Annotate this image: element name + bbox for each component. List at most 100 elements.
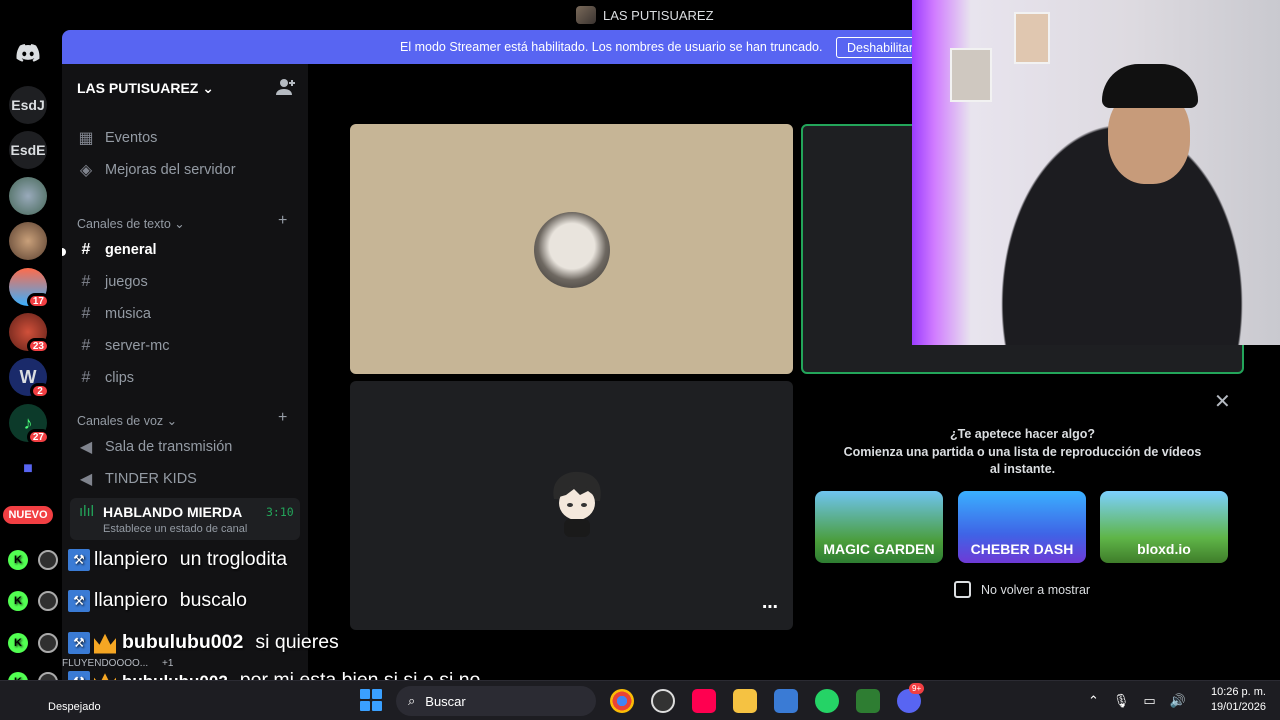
close-icon[interactable]: ✕ <box>1214 389 1231 414</box>
moderator-icon: ⚒ <box>68 589 90 612</box>
moderator-icon: ⚒ <box>68 548 90 571</box>
microphone-icon[interactable]: 🎙 <box>1113 693 1130 709</box>
weather-widget[interactable]: Despejado <box>48 701 101 713</box>
folder-icon: ■ <box>23 460 33 477</box>
game-bloxd[interactable]: bloxd.io <box>1100 491 1228 563</box>
server-icon-7[interactable]: W2 <box>9 358 50 399</box>
network-icon[interactable]: ▭ <box>1143 693 1155 709</box>
taskbar-clock[interactable]: 10:26 p. m. 19/01/2026 <box>1196 685 1266 715</box>
server-esdj[interactable]: EsdJ <box>9 86 47 124</box>
channel-clips[interactable]: # clips <box>77 364 134 392</box>
mention-badge: 2 <box>30 383 50 399</box>
server-icon-4[interactable] <box>9 222 47 260</box>
store-icon[interactable] <box>774 689 798 713</box>
channel-label: server-mc <box>105 338 170 354</box>
channel-label: clips <box>105 370 135 386</box>
channel-label: juegos <box>105 274 148 290</box>
game-magic-garden[interactable]: MAGIC GARDEN <box>815 491 943 563</box>
game-cheber-dash[interactable]: CHEBER DASH <box>958 491 1086 563</box>
chevron-up-icon[interactable]: ⌃ <box>1088 693 1099 709</box>
hash-icon: # <box>81 337 91 354</box>
server-name: LAS PUTISUAREZ <box>77 80 199 96</box>
whatsapp-icon[interactable] <box>815 689 839 713</box>
more-options-icon[interactable]: ⋯ <box>762 597 778 617</box>
server-label: EsdE <box>10 142 46 158</box>
server-icon-8[interactable]: ♪ 27 <box>9 404 50 445</box>
chevron-down-icon: ⌄ <box>166 414 178 428</box>
channel-label: general <box>105 242 157 258</box>
app-icon[interactable] <box>856 689 880 713</box>
notification-badge: 9+ <box>909 683 925 694</box>
activity-suggestion-panel: ✕ ¿Te apetece hacer algo? Comienza una p… <box>801 381 1244 630</box>
chevron-down-icon: ⌄ <box>174 217 185 231</box>
kick-icon: K <box>8 590 28 611</box>
sidebar-item-events[interactable]: ▦ Eventos <box>77 124 157 152</box>
chat-message: si quieres <box>255 631 339 653</box>
server-esde[interactable]: EsdE <box>9 131 47 169</box>
avatar <box>534 212 610 288</box>
search-icon: ⌕ <box>408 693 416 708</box>
voice-channel-tinder-kids[interactable]: ◀ TINDER KIDS <box>77 465 197 493</box>
server-icon-6[interactable]: 23 <box>9 313 50 354</box>
chat-line: K ⚒ llanpiero buscalo <box>8 589 247 612</box>
video-tile-1[interactable] <box>350 124 793 374</box>
chat-line: K ⚒ bubulubu002 si quieres <box>8 631 339 654</box>
dont-show-again-checkbox[interactable]: No volver a mostrar <box>954 581 1090 598</box>
window-title: LAS PUTISUAREZ <box>576 6 714 24</box>
hash-icon: # <box>81 369 91 386</box>
chat-line: K ⚒ llanpiero un troglodita <box>8 548 287 571</box>
text-channels-category[interactable]: Canales de texto ⌄ <box>77 216 185 231</box>
voice-channels-category[interactable]: Canales de voz ⌄ <box>77 413 177 428</box>
clock-date: 19/01/2026 <box>1210 701 1266 713</box>
mention-badge: 17 <box>26 293 50 309</box>
voice-channel-sala[interactable]: ◀ Sala de transmisión <box>77 433 233 461</box>
server-header[interactable]: LAS PUTISUAREZ ⌄ <box>77 80 214 97</box>
file-explorer-icon[interactable] <box>733 689 757 713</box>
chevron-down-icon: ⌄ <box>202 80 214 96</box>
new-pill[interactable]: NUEVO <box>3 506 53 524</box>
channel-juegos[interactable]: # juegos <box>77 268 148 296</box>
game-label: CHEBER DASH <box>970 541 1074 557</box>
speaker-icon: ◀ <box>79 471 93 488</box>
speaker-icon: ◀ <box>79 439 93 456</box>
add-text-channel-button[interactable]: + <box>278 212 287 230</box>
chat-username: llanpiero <box>94 589 168 611</box>
user-icon <box>38 549 58 570</box>
call-timer: 3:10 <box>266 505 294 519</box>
game-label: bloxd.io <box>1137 541 1191 557</box>
hash-icon: # <box>81 273 91 290</box>
discord-home-button[interactable] <box>9 34 47 72</box>
voice-channel-hablando[interactable]: ılıl HABLANDO MIERDA 3:10 Establece un e… <box>70 498 300 540</box>
checkbox-box <box>954 581 971 598</box>
unread-indicator <box>62 248 66 256</box>
activity-question: ¿Te apetece hacer algo? <box>950 427 1095 441</box>
server-label: EsdJ <box>11 97 45 113</box>
moderator-icon: ⚒ <box>68 631 90 654</box>
windows-taskbar: Despejado ⌕ Buscar 9+ ⌃ 🎙 ▭ 🔊 10:26 p. m… <box>0 680 1280 720</box>
wall-poster <box>1014 12 1050 64</box>
hash-icon: # <box>81 305 91 322</box>
tiktok-icon[interactable] <box>692 689 716 713</box>
webcam-overlay <box>912 0 1280 345</box>
discord-taskbar-icon[interactable]: 9+ <box>897 683 925 713</box>
volume-icon[interactable]: 🔊 <box>1170 693 1186 709</box>
boost-icon: ◈ <box>79 162 93 179</box>
wall-poster <box>950 48 992 102</box>
chrome-icon[interactable] <box>610 689 634 713</box>
kick-icon: K <box>8 549 28 570</box>
kick-icon: K <box>8 632 28 653</box>
server-icon-3[interactable] <box>9 177 47 215</box>
set-channel-status[interactable]: Establece un estado de canal <box>103 523 247 535</box>
server-icon-5[interactable]: 17 <box>9 268 50 309</box>
channel-musica[interactable]: # música <box>77 300 151 328</box>
channel-general[interactable]: # general <box>77 236 157 264</box>
obs-icon[interactable] <box>651 689 675 713</box>
start-button[interactable] <box>360 689 382 711</box>
crown-icon <box>94 633 116 654</box>
add-voice-channel-button[interactable]: + <box>278 409 287 427</box>
channel-server-mc[interactable]: # server-mc <box>77 332 170 360</box>
invite-people-button[interactable] <box>276 78 298 100</box>
taskbar-search[interactable]: ⌕ Buscar <box>396 686 596 716</box>
folder-button[interactable]: ■ <box>9 450 47 488</box>
sidebar-item-boosts[interactable]: ◈ Mejoras del servidor <box>77 156 236 184</box>
